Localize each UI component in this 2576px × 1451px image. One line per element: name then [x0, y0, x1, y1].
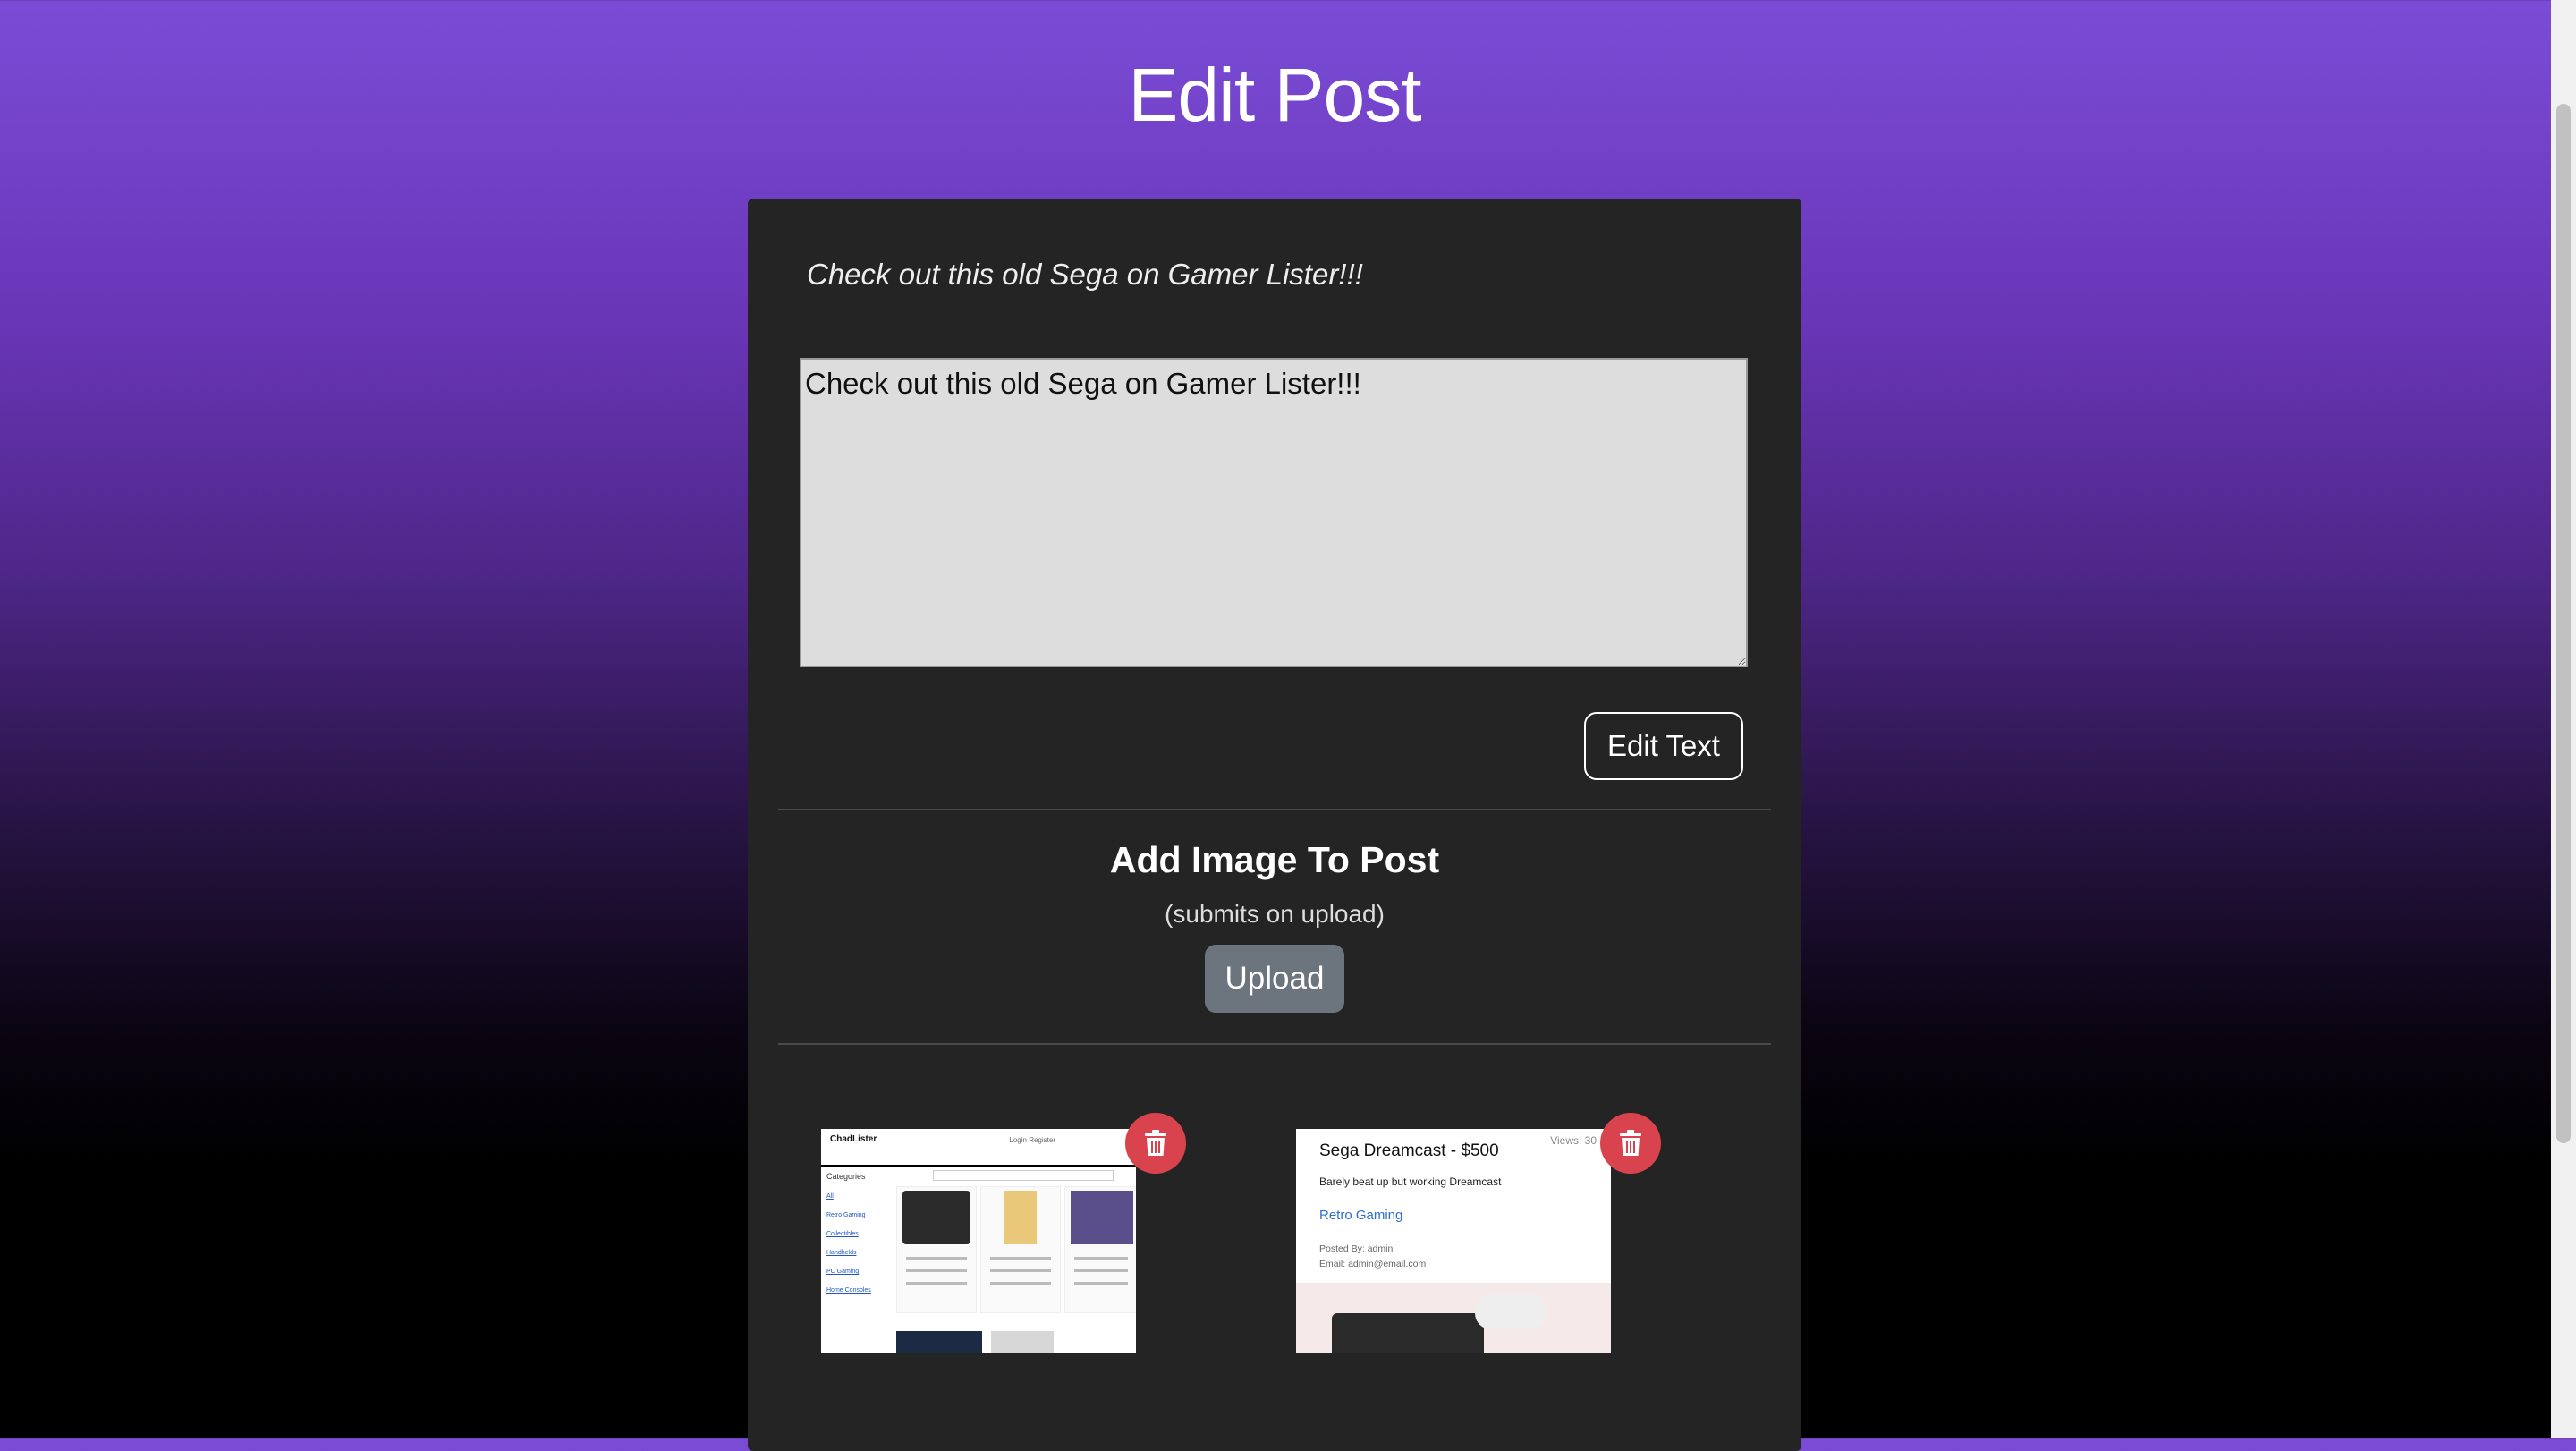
post-image-thumbnail[interactable]: ChadLister Login Register Categories All… [821, 1129, 1136, 1353]
thumb-sidebar-item: PC Gaming [826, 1269, 860, 1275]
page-scrollbar[interactable] [2551, 0, 2576, 1438]
thumb-sidebar-title: Categories [826, 1172, 866, 1181]
upload-subtext: (submits on upload) [1165, 900, 1385, 928]
post-image-thumbnail[interactable]: Sega Dreamcast - $500 Views: 30 Barely b… [1296, 1129, 1611, 1353]
thumb-card-line [906, 1257, 967, 1260]
thumb-card-line [1074, 1269, 1128, 1272]
scrollbar-thumb[interactable] [2556, 104, 2571, 1143]
console-shape [1332, 1313, 1484, 1353]
thumb-listing-email: Email: admin@email.com [1319, 1259, 1427, 1269]
thumb-card-line [906, 1269, 967, 1272]
edit-text-button[interactable]: Edit Text [1584, 712, 1743, 780]
thumb-card-image [902, 1191, 970, 1244]
thumb-listing-posted-by: Posted By: admin [1319, 1243, 1394, 1254]
thumb-header: ChadLister Login Register [821, 1129, 1136, 1167]
divider-top [778, 809, 1771, 810]
thumb-sidebar-item: All [826, 1193, 834, 1200]
add-image-heading: Add Image To Post [1109, 839, 1440, 880]
trash-icon [1620, 1130, 1641, 1156]
post-text-input[interactable] [800, 358, 1748, 667]
thumb-sidebar-item: Retro Gaming [826, 1212, 866, 1218]
thumb-card-line [906, 1282, 967, 1285]
thumb-card-line [990, 1257, 1051, 1260]
upload-button[interactable]: Upload [1205, 945, 1344, 1013]
trash-icon [1145, 1130, 1166, 1156]
thumb-card-line [1074, 1282, 1128, 1285]
thumb-listing-title: Sega Dreamcast - $500 [1319, 1141, 1499, 1160]
thumb-listing-description: Barely beat up but working Dreamcast [1319, 1175, 1502, 1188]
thumb-card-image [1071, 1191, 1133, 1244]
thumb-card-image [1004, 1191, 1037, 1244]
thumb-card-image [991, 1331, 1054, 1353]
thumb-card-line [990, 1282, 1051, 1285]
page-title: Edit Post [1128, 53, 1421, 137]
thumb-card [980, 1186, 1061, 1313]
thumb-nav: Login Register [1009, 1136, 1055, 1144]
thumb-listing-photo [1296, 1283, 1611, 1353]
controller-shape [1475, 1294, 1546, 1329]
post-text-preview: Check out this old Sega on Gamer Lister!… [807, 258, 1363, 291]
divider-bottom [778, 1043, 1771, 1045]
thumb-search-bar [933, 1170, 1114, 1181]
thumb-listing-category: Retro Gaming [1319, 1208, 1403, 1223]
thumb-sidebar-item: Collectibles [826, 1231, 859, 1237]
thumb-sidebar-item: Home Consoles [826, 1287, 871, 1294]
thumb-card [1064, 1186, 1136, 1313]
thumb-logo: ChadLister [830, 1134, 877, 1144]
thumb-listing-meta: Posted By: admin Email: admin@email.com [1319, 1242, 1426, 1272]
thumb-card-line [990, 1269, 1051, 1272]
thumb-listing-views: Views: 30 [1550, 1134, 1597, 1147]
thumb-sidebar-item: Handhelds [826, 1250, 857, 1256]
thumb-card-line [1074, 1257, 1128, 1260]
thumb-card-image [896, 1331, 982, 1353]
delete-image-button[interactable] [1600, 1113, 1661, 1174]
edit-post-panel: Check out this old Sega on Gamer Lister!… [748, 199, 1801, 1451]
thumb-card [896, 1186, 977, 1313]
thumb-sidebar: Categories All Retro Gaming Collectibles… [821, 1167, 893, 1353]
delete-image-button[interactable] [1125, 1113, 1186, 1174]
